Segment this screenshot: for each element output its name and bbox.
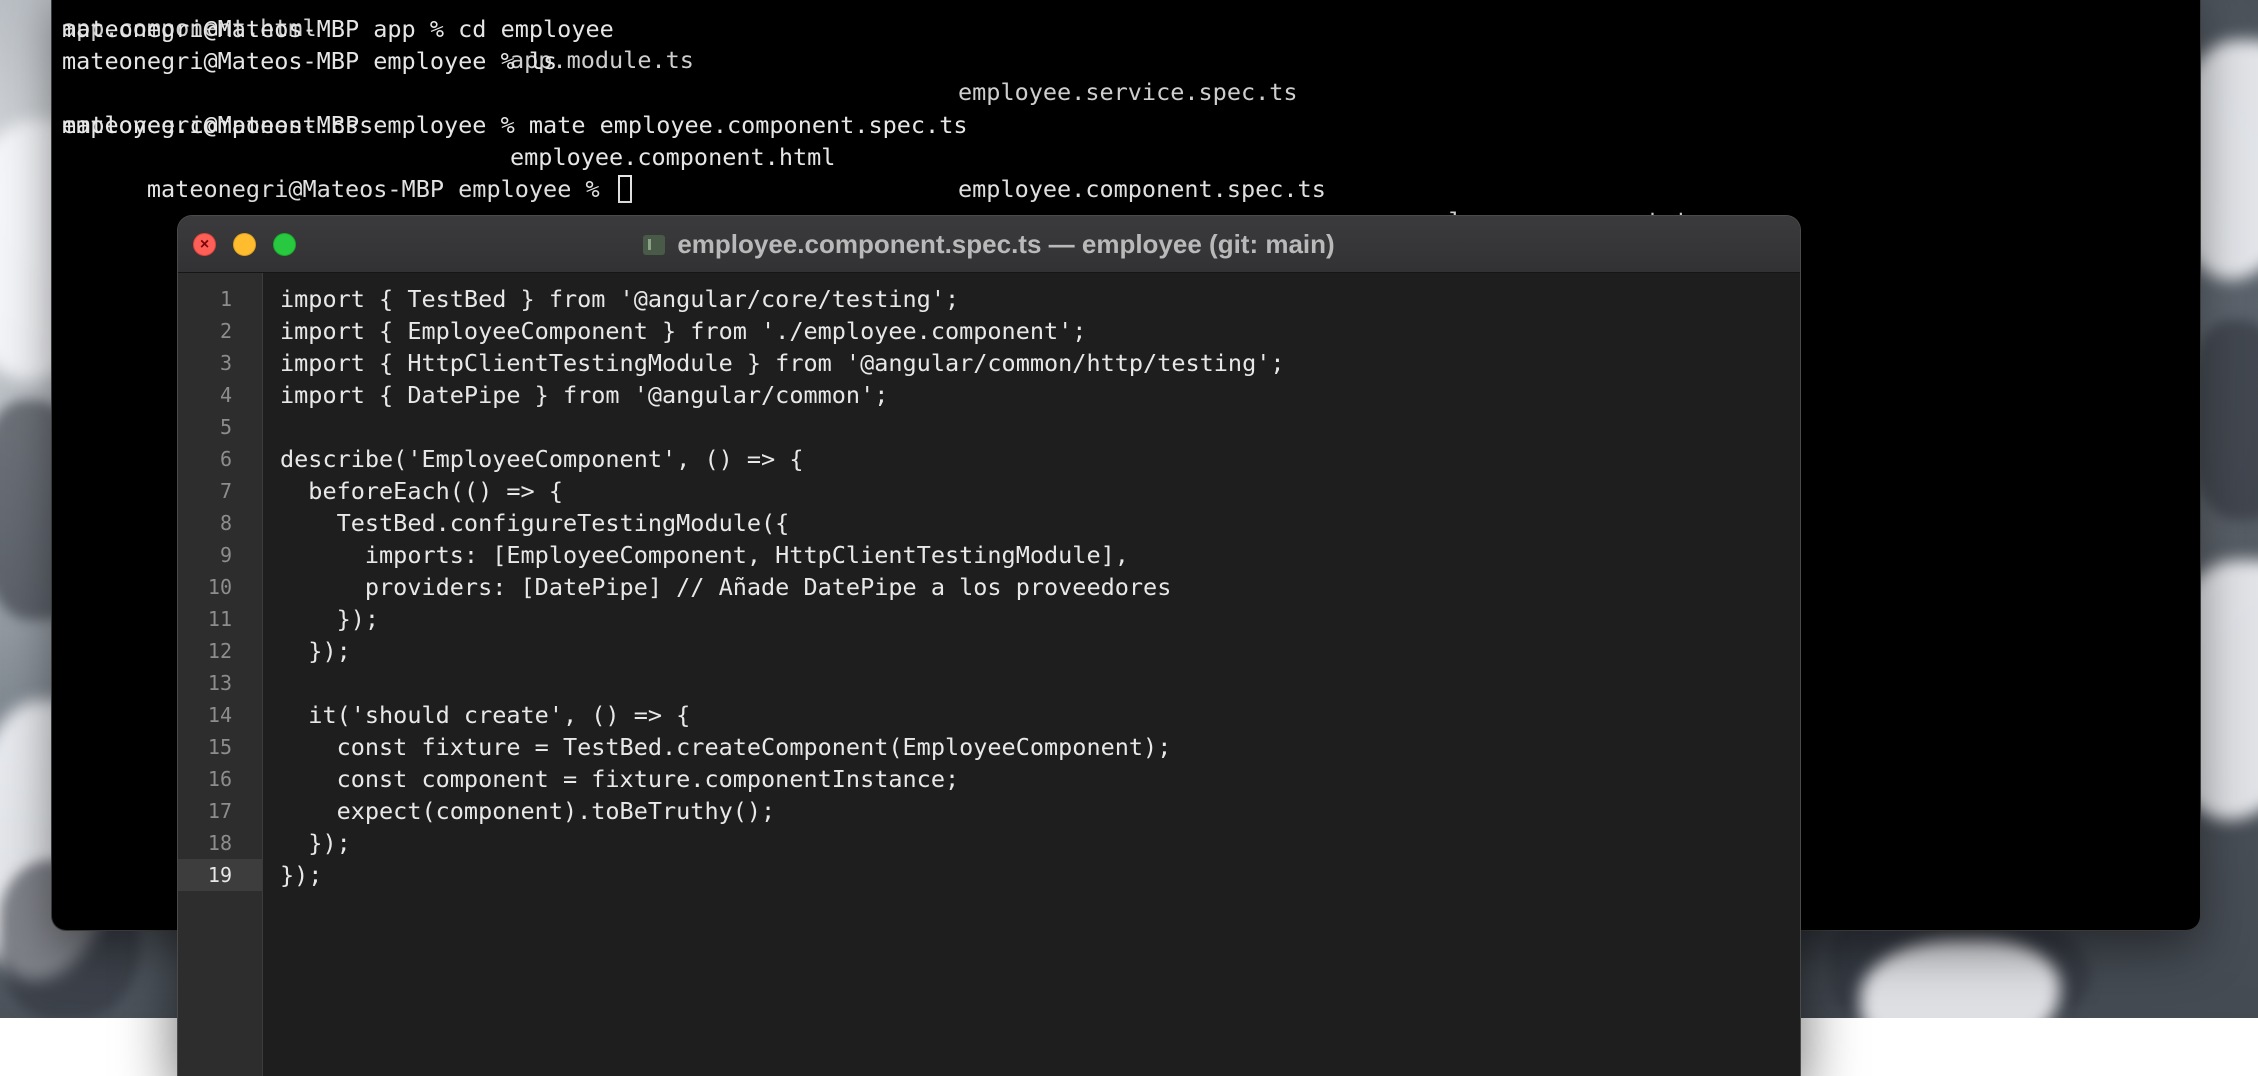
line-number: 16 (207, 767, 232, 791)
code-line[interactable]: import { DatePipe } from '@angular/commo… (280, 379, 888, 411)
line-number: 6 (219, 447, 232, 471)
code-line[interactable]: }); (280, 603, 379, 635)
window-title-text: employee.component.spec.ts — employee (g… (677, 229, 1335, 259)
editor-window[interactable]: × employee.component.spec.ts — employee … (178, 216, 1800, 1076)
code-line[interactable]: }); (280, 827, 350, 859)
line-number: 4 (219, 383, 232, 407)
terminal-prompt: mateonegri@Mateos-MBP employee % (146, 175, 614, 203)
line-number: 1 (219, 287, 232, 311)
code-line[interactable]: it('should create', () => { (280, 699, 690, 731)
code-line[interactable]: const fixture = TestBed.createComponent(… (280, 731, 1172, 763)
code-line[interactable]: expect(component).toBeTruthy(); (280, 795, 776, 827)
terminal-cursor (617, 175, 632, 203)
line-number: 18 (207, 831, 232, 855)
ls-output-line: employee.component.css employee.componen… (62, 77, 1703, 235)
line-number: 19 (178, 859, 262, 891)
line-number: 10 (207, 575, 232, 599)
code-line[interactable]: describe('EmployeeComponent', () => { (280, 443, 803, 475)
line-number: 9 (219, 543, 232, 567)
code-line[interactable]: }); (280, 635, 350, 667)
editor-titlebar[interactable]: × employee.component.spec.ts — employee … (178, 216, 1800, 273)
code-line[interactable]: import { TestBed } from '@angular/core/t… (280, 283, 959, 315)
line-number: 8 (219, 511, 232, 535)
line-number: 11 (207, 607, 232, 631)
line-number-gutter[interactable]: 1 2 3 4 5 6 7 8 9 10 11 12 13 14 15 16 17 18 19 (178, 273, 263, 1076)
line-number: 17 (207, 799, 232, 823)
terminal-output: app.component.html app.module.ts employe… (62, 0, 1703, 235)
terminal-line: mateonegri@Mateos-MBP app % cd employee (62, 15, 614, 43)
line-number: 7 (219, 479, 232, 503)
code-line[interactable]: TestBed.configureTestingModule({ (280, 507, 790, 539)
code-line[interactable]: }); (280, 859, 322, 891)
code-line[interactable]: imports: [EmployeeComponent, HttpClientT… (280, 539, 1129, 571)
code-line[interactable]: import { HttpClientTestingModule } from … (280, 347, 1285, 379)
line-number: 2 (219, 319, 232, 343)
line-number: 15 (207, 735, 232, 759)
terminal-line: mateonegri@Mateos-MBP employee % mate em… (62, 111, 968, 139)
terminal-prompt-line[interactable]: mateonegri@Mateos-MBP employee % (62, 141, 632, 203)
terminal-line: mateonegri@Mateos-MBP employee % ls (62, 47, 558, 75)
code-line[interactable]: providers: [DatePipe] // Añade DatePipe … (280, 571, 1171, 603)
terminal-partial-item: employee.service.spec.ts (958, 78, 1298, 106)
line-number: 12 (207, 639, 232, 663)
ls-item: employee.component.spec.ts (958, 175, 1326, 203)
line-number: 13 (207, 671, 232, 695)
terminal-partial-line: app.component.html app.module.ts employe… (62, 0, 1298, 106)
code-line[interactable]: beforeEach(() => { (280, 475, 563, 507)
line-number: 14 (207, 703, 232, 727)
line-number: 3 (219, 351, 232, 375)
code-line[interactable]: const component = fixture.componentInsta… (280, 763, 960, 795)
line-number: 5 (219, 415, 232, 439)
code-line[interactable]: import { EmployeeComponent } from './emp… (280, 315, 1086, 347)
window-title: employee.component.spec.ts — employee (g… (178, 216, 1800, 272)
file-icon (643, 235, 666, 255)
